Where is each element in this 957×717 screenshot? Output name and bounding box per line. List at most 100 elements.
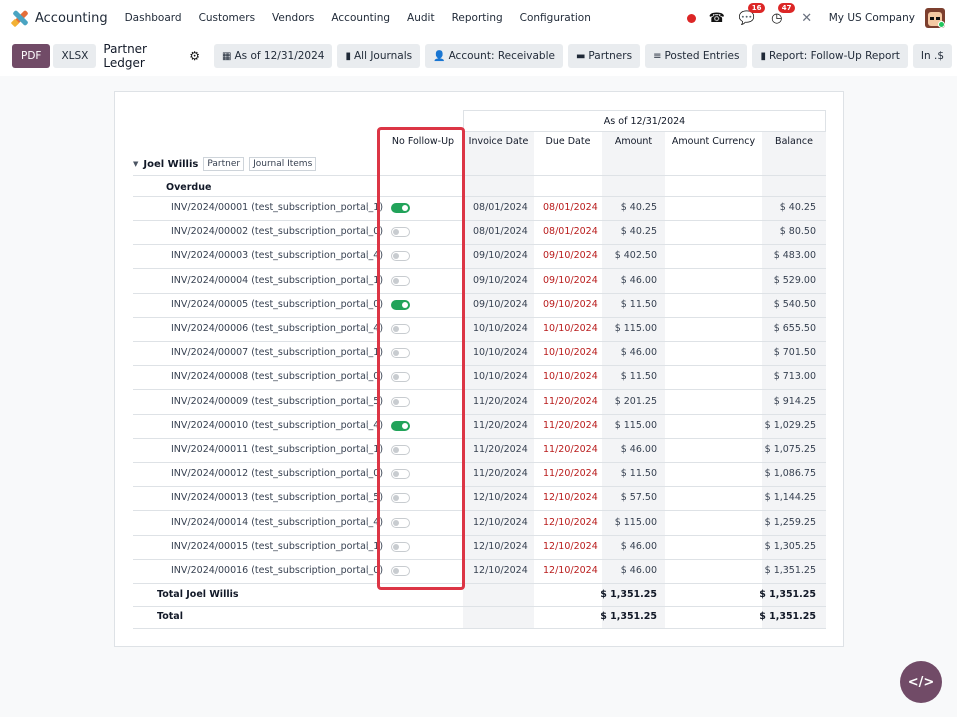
filter-posted-entries-button[interactable]: ≡ Posted Entries xyxy=(645,44,748,68)
invoice-name[interactable]: INV/2024/00008 (test_subscription_portal… xyxy=(171,365,383,389)
invoice-name[interactable]: INV/2024/00016 (test_subscription_portal… xyxy=(171,559,383,583)
ledger-row[interactable]: INV/2024/00004 (test_subscription_portal… xyxy=(133,269,826,293)
ledger-row[interactable]: INV/2024/00010 (test_subscription_portal… xyxy=(133,414,826,438)
xlsx-button[interactable]: XLSX xyxy=(53,44,97,68)
caret-down-icon[interactable]: ▼ xyxy=(133,160,138,168)
messages-icon[interactable]: 💬 16 xyxy=(739,3,766,26)
invoice-name[interactable]: INV/2024/00014 (test_subscription_portal… xyxy=(171,511,383,535)
ledger-row[interactable]: INV/2024/00012 (test_subscription_portal… xyxy=(133,462,826,486)
menu-audit[interactable]: Audit xyxy=(407,12,435,24)
ledger-row[interactable]: INV/2024/00002 (test_subscription_portal… xyxy=(133,220,826,244)
row-menu-icon[interactable]: ⋮ xyxy=(363,244,372,268)
row-menu-icon[interactable]: ⋮ xyxy=(363,486,372,510)
code-view-button[interactable]: </> xyxy=(900,661,942,703)
invoice-name[interactable]: INV/2024/00002 (test_subscription_portal… xyxy=(171,220,383,244)
filter-report-button[interactable]: ▮ Report: Follow-Up Report xyxy=(752,44,908,68)
ledger-row[interactable]: INV/2024/00009 (test_subscription_portal… xyxy=(133,390,826,414)
total-label: Total xyxy=(157,611,183,622)
row-menu-icon[interactable]: ⋮ xyxy=(363,317,372,341)
invoice-name[interactable]: INV/2024/00004 (test_subscription_portal… xyxy=(171,269,383,293)
invoice-name[interactable]: INV/2024/00006 (test_subscription_portal… xyxy=(171,317,383,341)
amount: $ 46.00 xyxy=(620,540,657,552)
filter-journals-button[interactable]: ▮ All Journals xyxy=(337,44,421,68)
col-due-date: Due Date xyxy=(545,136,591,147)
menu-vendors[interactable]: Vendors xyxy=(272,12,314,24)
ledger-row[interactable]: INV/2024/00011 (test_subscription_portal… xyxy=(133,438,826,462)
row-menu-icon[interactable]: ⋮ xyxy=(363,414,372,438)
tools-icon[interactable]: ✕ xyxy=(799,10,815,26)
menu-dashboard[interactable]: Dashboard xyxy=(125,12,182,24)
row-menu-icon[interactable]: ⋮ xyxy=(363,196,372,220)
row-menu-icon[interactable]: ⋮ xyxy=(363,220,372,244)
invoice-name[interactable]: INV/2024/00003 (test_subscription_portal… xyxy=(171,244,383,268)
ledger-row[interactable]: INV/2024/00003 (test_subscription_portal… xyxy=(133,244,826,268)
row-menu-icon[interactable]: ⋮ xyxy=(363,438,372,462)
invoice-name[interactable]: INV/2024/00001 (test_subscription_portal… xyxy=(171,196,383,220)
invoice-name[interactable]: INV/2024/00009 (test_subscription_portal… xyxy=(171,390,383,414)
row-menu-icon[interactable]: ⋮ xyxy=(363,535,372,559)
app-name[interactable]: Accounting xyxy=(35,11,108,26)
partner-group-row[interactable]: ▼ Joel Willis Partner Journal Items xyxy=(133,154,321,174)
report-control-bar: PDF XLSX Partner Ledger ⚙ ▦ As of 12/31/2… xyxy=(0,36,957,76)
invoice-date: 09/10/2024 xyxy=(473,298,528,310)
phone-icon[interactable]: ☎ xyxy=(709,10,725,26)
ledger-row[interactable]: INV/2024/00016 (test_subscription_portal… xyxy=(133,559,826,583)
ledger-row[interactable]: INV/2024/00013 (test_subscription_portal… xyxy=(133,486,826,510)
menu-accounting[interactable]: Accounting xyxy=(331,12,390,24)
amount: $ 201.25 xyxy=(614,395,657,407)
menu-reporting[interactable]: Reporting xyxy=(452,12,503,24)
invoice-name[interactable]: INV/2024/00010 (test_subscription_portal… xyxy=(171,414,383,438)
ledger-row[interactable]: INV/2024/00015 (test_subscription_portal… xyxy=(133,535,826,559)
ledger-row[interactable]: INV/2024/00005 (test_subscription_portal… xyxy=(133,293,826,317)
ledger-row[interactable]: INV/2024/00008 (test_subscription_portal… xyxy=(133,365,826,389)
menu-configuration[interactable]: Configuration xyxy=(520,12,591,24)
row-menu-icon[interactable]: ⋮ xyxy=(363,462,372,486)
invoice-name[interactable]: INV/2024/00012 (test_subscription_portal… xyxy=(171,462,383,486)
company-switcher[interactable]: My US Company xyxy=(829,12,915,24)
row-menu-icon[interactable]: ⋮ xyxy=(363,390,372,414)
row-menu-icon[interactable]: ⋮ xyxy=(363,559,372,583)
report-title: Partner Ledger xyxy=(103,42,147,70)
amount: $ 115.00 xyxy=(614,323,657,334)
ledger-row[interactable]: INV/2024/00007 (test_subscription_portal… xyxy=(133,341,826,365)
invoice-name[interactable]: INV/2024/00015 (test_subscription_portal… xyxy=(171,535,383,559)
accounting-app-icon[interactable] xyxy=(10,9,29,28)
invoice-name[interactable]: INV/2024/00011 (test_subscription_portal… xyxy=(171,438,383,462)
row-menu-icon[interactable]: ⋮ xyxy=(363,365,372,389)
menu-customers[interactable]: Customers xyxy=(199,12,255,24)
messages-badge: 16 xyxy=(747,3,766,13)
row-menu-icon[interactable]: ⋮ xyxy=(363,293,372,317)
filter-date-button[interactable]: ▦ As of 12/31/2024 xyxy=(214,44,333,68)
ledger-row[interactable]: INV/2024/00006 (test_subscription_portal… xyxy=(133,317,826,341)
pdf-button[interactable]: PDF xyxy=(12,44,51,68)
ledger-row[interactable]: INV/2024/00001 (test_subscription_portal… xyxy=(133,196,826,220)
activities-icon[interactable]: ◷ 47 xyxy=(769,3,796,26)
amount: $ 11.50 xyxy=(620,371,657,383)
invoice-name[interactable]: INV/2024/00013 (test_subscription_portal… xyxy=(171,486,383,510)
ledger-row[interactable]: INV/2024/00014 (test_subscription_portal… xyxy=(133,511,826,535)
invoice-date: 10/10/2024 xyxy=(473,323,528,334)
amount: $ 115.00 xyxy=(614,419,657,431)
amount: $ 57.50 xyxy=(620,492,657,504)
book-icon: ▮ xyxy=(345,51,351,62)
user-avatar[interactable] xyxy=(925,8,945,28)
invoice-name[interactable]: INV/2024/00005 (test_subscription_portal… xyxy=(171,293,383,317)
top-navbar: Accounting Dashboard Customers Vendors A… xyxy=(0,0,957,36)
filter-currency-button[interactable]: In .$ xyxy=(912,44,952,68)
row-menu-icon[interactable]: ⋮ xyxy=(363,511,372,535)
recording-icon[interactable] xyxy=(686,13,696,23)
amount: $ 46.00 xyxy=(620,565,657,576)
total-partner-balance: $ 1,351.25 xyxy=(759,589,816,600)
no-followup-highlight-box xyxy=(377,127,465,590)
row-menu-icon[interactable]: ⋮ xyxy=(363,269,372,293)
invoice-name[interactable]: INV/2024/00007 (test_subscription_portal… xyxy=(171,341,383,365)
filter-account-button[interactable]: 👤 Account: Receivable xyxy=(425,44,563,68)
partner-name[interactable]: Joel Willis xyxy=(143,159,198,170)
gear-icon[interactable]: ⚙ xyxy=(189,49,200,63)
balance: $ 713.00 xyxy=(773,371,816,383)
balance: $ 914.25 xyxy=(773,395,816,407)
filter-partners-button[interactable]: ▬ Partners xyxy=(567,44,641,68)
partner-button[interactable]: Partner xyxy=(203,157,245,171)
row-menu-icon[interactable]: ⋮ xyxy=(363,341,372,365)
journal-items-button[interactable]: Journal Items xyxy=(249,157,317,171)
